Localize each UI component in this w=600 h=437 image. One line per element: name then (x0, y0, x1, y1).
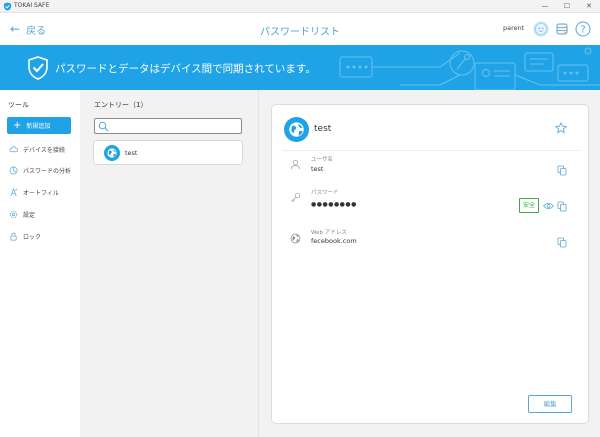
page-title: パスワードリスト (260, 27, 340, 38)
globe-icon (104, 145, 120, 161)
entry-name: test (125, 149, 138, 157)
sidebar-item-label: オートフィル (23, 189, 59, 197)
entries-panel: エントリー（1） test (80, 90, 258, 437)
lock-icon (10, 232, 17, 240)
arrow-left-icon: ← (10, 22, 21, 36)
search-box[interactable] (94, 118, 242, 134)
username-value: test (311, 165, 324, 173)
entry-detail-card: test ユーザ名 test パスワード ●●●●●●●● 安全 Web アドレ… (271, 104, 589, 424)
sidebar-item-label: ロック (23, 233, 42, 241)
maximize-button[interactable]: ☐ (560, 1, 574, 12)
edit-button[interactable]: 編集 (528, 395, 572, 413)
sidebar-item-analysis[interactable]: パスワードの分析 (9, 163, 77, 177)
back-label: 戻る (26, 25, 47, 37)
app-shield-icon (3, 2, 12, 11)
globe-icon (284, 117, 309, 142)
password-value: ●●●●●●●● (311, 201, 357, 208)
analysis-icon (9, 166, 18, 174)
sidebar-item-autofill[interactable]: オートフィル (9, 185, 77, 199)
web-address-label: Web アドレス (311, 230, 347, 236)
banner-illustration (339, 47, 600, 90)
svg-text:?: ? (580, 25, 585, 36)
storage-icon[interactable] (554, 21, 570, 37)
help-icon[interactable]: ? (575, 21, 591, 37)
entry-title: test (314, 124, 332, 134)
star-icon[interactable] (555, 122, 567, 134)
eye-icon[interactable] (543, 202, 554, 210)
sidebar-item-lock[interactable]: ロック (9, 229, 77, 243)
username-label: ユーザ名 (311, 157, 333, 163)
plus-icon: + (13, 119, 22, 131)
sidebar: ツール + 新規追加 デバイスを接続 パスワードの分析 オートフィル 設定 ロッ… (0, 90, 80, 437)
window-titlebar: TOKAI SAFE — ☐ ✕ (0, 0, 600, 13)
close-button[interactable]: ✕ (582, 1, 596, 12)
list-item[interactable]: test (93, 140, 243, 165)
search-icon (98, 121, 109, 132)
shield-check-icon (28, 56, 48, 80)
user-icon (291, 159, 300, 170)
minimize-button[interactable]: — (538, 1, 552, 12)
password-label: パスワード (311, 190, 339, 196)
sidebar-item-label: デバイスを接続 (23, 146, 65, 154)
divider (282, 150, 580, 151)
gear-icon (9, 210, 18, 218)
page-header: ← 戻る パスワードリスト parent ? (0, 13, 600, 45)
banner-message: パスワードとデータはデバイス間で同期されています。 (55, 63, 316, 75)
password-strength-badge: 安全 (519, 198, 539, 213)
search-input[interactable] (112, 120, 238, 132)
app-title: TOKAI SAFE (14, 2, 50, 9)
sidebar-item-label: 設定 (23, 211, 36, 219)
web-globe-icon (290, 233, 301, 244)
sidebar-item-label: パスワードの分析 (23, 167, 72, 175)
back-button[interactable]: ← 戻る (10, 22, 47, 37)
sync-banner: パスワードとデータはデバイス間で同期されています。 (0, 45, 600, 90)
entries-heading: エントリー（1） (94, 101, 148, 109)
add-new-button[interactable]: + 新規追加 (7, 117, 71, 134)
copy-icon[interactable] (557, 237, 567, 248)
user-avatar-icon[interactable] (533, 21, 549, 37)
cloud-link-icon (9, 145, 18, 152)
sidebar-item-connect-device[interactable]: デバイスを接続 (9, 142, 77, 156)
web-address-value: fecebook.com (311, 237, 357, 245)
add-new-label: 新規追加 (26, 123, 51, 130)
user-name[interactable]: parent (503, 24, 524, 32)
key-icon (291, 192, 301, 202)
autofill-icon (10, 187, 18, 196)
copy-icon[interactable] (557, 201, 567, 212)
copy-icon[interactable] (557, 165, 567, 176)
sidebar-heading: ツール (8, 101, 29, 109)
sidebar-item-settings[interactable]: 設定 (9, 207, 77, 221)
